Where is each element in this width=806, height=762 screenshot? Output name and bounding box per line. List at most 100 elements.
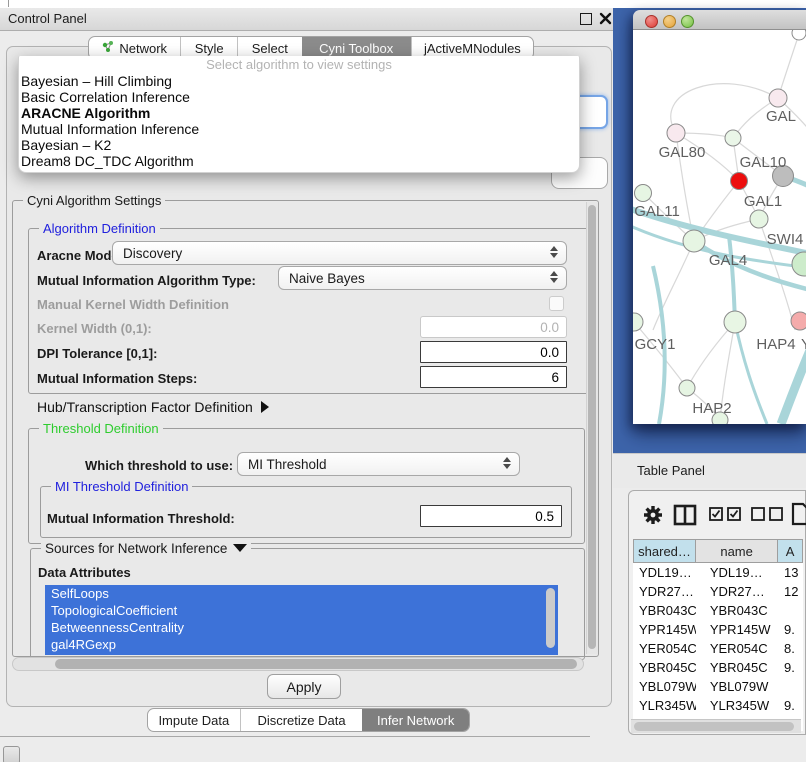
network-node-label: GCY1 (635, 336, 676, 353)
mi-steps-field[interactable]: 6 (420, 366, 567, 388)
table-row[interactable]: YBL079WYBL079W (633, 677, 803, 696)
split-columns-icon[interactable] (673, 503, 697, 527)
hide-columns-unchecked-icon[interactable] (751, 506, 785, 522)
hub-definition-toggle[interactable]: Hub/Transcription Factor Definition (37, 399, 269, 415)
screen: Control Panel Network Style Select Cyni … (0, 0, 806, 762)
which-threshold-value: MI Threshold (248, 457, 327, 472)
minimized-panel-icon[interactable] (3, 746, 20, 762)
algorithm-option[interactable]: ARACNE Algorithm (19, 105, 579, 121)
column-header[interactable]: A (778, 539, 803, 563)
table-row[interactable]: YBR045CYBR045C9. (633, 658, 803, 677)
algorithm-option[interactable]: Bayesian – Hill Climbing (19, 73, 579, 89)
table-row[interactable]: YLR345WYLR345W9. (633, 696, 803, 715)
network-node[interactable] (725, 130, 741, 146)
which-threshold-combo[interactable]: MI Threshold (237, 452, 520, 476)
tab-discretize-data[interactable]: Discretize Data (240, 709, 363, 731)
mi-type-combo[interactable]: Naive Bayes (278, 266, 567, 290)
network-node[interactable] (635, 185, 652, 202)
network-edge-highlighted[interactable] (781, 348, 806, 424)
network-edge-highlighted[interactable] (729, 236, 735, 322)
float-window-icon[interactable] (580, 13, 592, 25)
network-edge[interactable] (687, 322, 735, 388)
column-header[interactable]: shared… (633, 539, 696, 563)
network-node[interactable] (792, 252, 806, 276)
minimize-traffic-light-icon[interactable] (663, 15, 676, 28)
top-strip (0, 0, 806, 8)
settings-horizontal-scrollbar[interactable] (12, 657, 584, 671)
network-node[interactable] (679, 380, 695, 396)
algorithm-option[interactable]: Mutual Information Inference (19, 121, 579, 137)
table-cell: YBL079W (633, 677, 696, 696)
network-node-label: HAP2 (692, 400, 731, 417)
network-edge[interactable] (778, 34, 799, 98)
network-node[interactable] (791, 312, 806, 330)
table-row[interactable]: YDR27…YDR27…12 (633, 582, 803, 601)
close-icon[interactable] (599, 12, 612, 25)
zoom-traffic-light-icon[interactable] (681, 15, 694, 28)
table-panel: shared…nameA YDL19…YDL19…13YDR27…YDR27…1… (628, 490, 806, 735)
network-node[interactable] (731, 173, 748, 190)
gear-icon[interactable] (641, 503, 665, 527)
data-attribute-item[interactable]: SelfLoops (45, 585, 558, 602)
table-cell: YLR345W (633, 696, 696, 715)
tab-infer-network[interactable]: Infer Network (362, 709, 469, 731)
network-node-label: SWI4 (767, 231, 804, 248)
column-header[interactable]: name (696, 539, 778, 563)
table-cell: 9. (778, 696, 803, 715)
table-row[interactable]: YER054CYER054C8. (633, 639, 803, 658)
table-cell: 8. (778, 639, 803, 658)
close-traffic-light-icon[interactable] (645, 15, 658, 28)
sources-legend[interactable]: Sources for Network Inference (41, 541, 251, 556)
network-node[interactable] (633, 313, 643, 331)
table-cell: YBR043C (696, 601, 778, 620)
network-edge[interactable] (634, 322, 687, 388)
settings-vertical-scrollbar[interactable] (586, 202, 598, 654)
algorithm-option[interactable]: Dream8 DC_TDC Algorithm (19, 153, 579, 169)
stepper-arrows-icon (503, 457, 511, 469)
window-bottom-edge (0, 736, 590, 737)
network-node[interactable] (750, 210, 768, 228)
aracne-mode-label: Aracne Mode: (37, 248, 123, 263)
stepper-arrows-icon (550, 271, 558, 283)
table-cell: 9. (778, 658, 803, 677)
network-node[interactable] (683, 230, 705, 252)
data-attributes-list[interactable]: SelfLoopsTopologicalCoefficientBetweenne… (45, 585, 558, 655)
threshold-definition-legend: Threshold Definition (39, 421, 163, 436)
table-horizontal-scrollbar[interactable] (631, 719, 801, 733)
network-node[interactable] (792, 30, 806, 40)
apply-button[interactable]: Apply (267, 674, 341, 699)
aracne-mode-combo[interactable]: Discovery (112, 241, 567, 265)
table-cell: YBL079W (696, 677, 778, 696)
network-node[interactable] (667, 124, 685, 142)
network-node[interactable] (724, 311, 746, 333)
network-view-window[interactable]: GALGAL80GAL10GAL1GAL11GAL4SWI4GCY1HAP4YH… (633, 10, 806, 424)
export-table-icon[interactable] (791, 502, 806, 526)
table-cell: YBR045C (633, 658, 696, 677)
table-cell: YDR27… (696, 582, 778, 601)
table-row[interactable]: YBR043CYBR043C (633, 601, 803, 620)
tab-impute-data[interactable]: Impute Data (148, 709, 240, 731)
attributes-scrollbar[interactable] (546, 588, 555, 648)
data-attribute-item[interactable]: BetweennessCentrality (45, 619, 558, 636)
table-cell: 9. (778, 620, 803, 639)
network-window-titlebar[interactable] (633, 10, 806, 30)
data-attribute-item[interactable]: TopologicalCoefficient (45, 602, 558, 619)
network-canvas[interactable]: GALGAL80GAL10GAL1GAL11GAL4SWI4GCY1HAP4YH… (633, 30, 806, 424)
table-row[interactable]: YDL19…YDL19…13 (633, 563, 803, 582)
network-node[interactable] (769, 89, 787, 107)
which-threshold-label: Which threshold to use: (85, 458, 233, 473)
cyni-bottom-tabs: Impute Data Discretize Data Infer Networ… (147, 708, 470, 732)
table-row[interactable]: YPR145WYPR145W9. (633, 620, 803, 639)
dpi-tolerance-field[interactable]: 0.0 (420, 341, 567, 363)
table-header-row: shared…nameA (633, 539, 803, 563)
manual-kernel-checkbox[interactable] (549, 296, 564, 311)
network-node-label: HAP4 (756, 336, 795, 353)
show-columns-checked-icon[interactable] (709, 506, 743, 522)
kernel-width-field[interactable]: 0.0 (420, 316, 567, 338)
algorithm-option[interactable]: Basic Correlation Inference (19, 89, 579, 105)
cyni-settings-legend: Cyni Algorithm Settings (23, 193, 165, 208)
stepper-arrows-icon (550, 246, 558, 258)
algorithm-option[interactable]: Bayesian – K2 (19, 137, 579, 153)
mi-threshold-field[interactable]: 0.5 (420, 505, 562, 527)
data-attribute-item[interactable]: gal4RGexp (45, 636, 558, 653)
